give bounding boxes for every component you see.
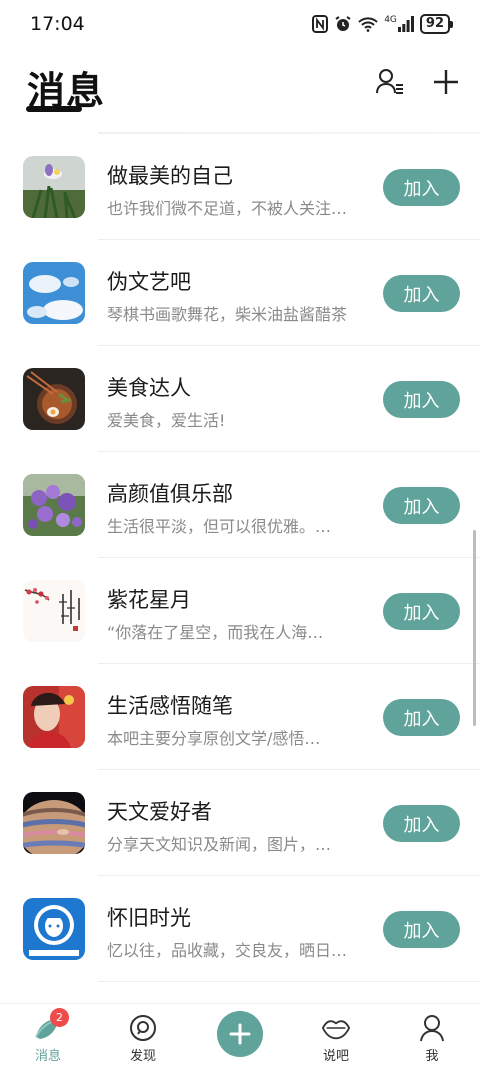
group-avatar-woman-portrait [23,686,85,748]
group-title: 美食达人 [107,376,191,400]
join-button[interactable]: 加入 [383,593,460,630]
group-title: 做最美的自己 [107,164,233,188]
group-avatar-food-bowl [23,368,85,430]
tab-discover[interactable]: 发现 [108,1004,178,1068]
create-post-button[interactable] [217,1011,263,1057]
header: 消息 [0,50,480,134]
tab-label: 我 [425,1049,439,1064]
tab-profile[interactable]: 我 [397,1004,467,1068]
profile-icon [417,1013,447,1043]
group-avatar-plum-blossom-calligraphy [23,580,85,642]
join-button[interactable]: 加入 [383,381,460,418]
tab-talk[interactable]: 说吧 [301,1004,371,1068]
group-avatar-iris-flower [23,156,85,218]
group-title: 生活感悟随笔 [107,694,233,718]
title-underline [26,106,82,112]
join-button[interactable]: 加入 [383,275,460,312]
tab-label: 说吧 [322,1049,349,1064]
alarm-icon [334,15,352,33]
plus-icon [434,70,458,94]
network-type: 4G [384,15,397,25]
list-item[interactable]: 伪文艺吧 琴棋书画歌舞花，柴米油盐酱醋茶 加入 [0,240,480,346]
list-item[interactable]: 天文爱好者 分享天文知识及新闻，图片，… 加入 [0,770,480,876]
plus-icon [229,1023,251,1045]
status-bar: 17:04 4G 92 [0,0,480,48]
contacts-list-icon [376,69,403,94]
group-avatar-retro-poster [23,898,85,960]
group-title: 高颜值俱乐部 [107,482,233,506]
group-title: 紫花星月 [107,588,191,612]
list-item[interactable]: 美食达人 爱美食，爱生活! 加入 [0,346,480,452]
join-button[interactable]: 加入 [383,805,460,842]
wifi-icon [358,16,378,32]
nfc-icon [312,15,329,33]
join-button[interactable]: 加入 [383,911,460,948]
group-title: 怀旧时光 [107,906,191,930]
group-title: 天文爱好者 [107,800,212,824]
group-description: 爱美食，爱生活! [107,411,226,430]
group-list: 做最美的自己 也许我们微不足道，不被人关注… 加入 伪文艺吧 琴棋书画歌舞花，柴… [0,134,480,982]
status-icons: 4G 92 [312,14,454,34]
contacts-button[interactable] [372,64,408,100]
message-icon: 2 [33,1008,69,1043]
group-title: 伪文艺吧 [107,270,191,294]
join-button[interactable]: 加入 [383,487,460,524]
lips-icon [321,1013,351,1043]
group-description: 忆以往，品收藏，交良友，晒日… [107,941,348,960]
join-button[interactable]: 加入 [383,699,460,736]
list-item[interactable]: 做最美的自己 也许我们微不足道，不被人关注… 加入 [0,134,480,240]
group-description: 琴棋书画歌舞花，柴米油盐酱醋茶 [107,305,348,324]
group-description: 分享天文知识及新闻，图片，… [107,835,332,854]
bottom-tab-bar: 2 消息 发现 说吧 我 [0,1003,480,1068]
discover-icon [128,1013,158,1043]
tab-label: 发现 [129,1049,156,1064]
status-time: 17:04 [30,13,85,35]
list-item[interactable]: 紫花星月 “你落在了星空，而我在人海… 加入 [0,558,480,664]
tab-label: 消息 [34,1049,61,1064]
list-item[interactable]: 生活感悟随笔 本吧主要分享原创文学/感悟… 加入 [0,664,480,770]
group-avatar-planet-jupiter [23,792,85,854]
group-description: 生活很平淡，但可以很优雅。… [107,517,332,536]
signal-icon: 4G [384,16,414,32]
list-item[interactable]: 怀旧时光 忆以往，品收藏，交良友，晒日… 加入 [0,876,480,982]
group-description: 也许我们微不足道，不被人关注… [107,199,348,218]
group-avatar-purple-flowers [23,474,85,536]
tab-messages[interactable]: 2 消息 [13,1004,83,1068]
unread-badge: 2 [50,1008,69,1027]
scrollbar[interactable] [473,530,476,726]
group-avatar-blue-sky [23,262,85,324]
add-button[interactable] [428,64,464,100]
battery-indicator: 92 [419,14,454,34]
join-button[interactable]: 加入 [383,169,460,206]
list-item[interactable]: 高颜值俱乐部 生活很平淡，但可以很优雅。… 加入 [0,452,480,558]
group-description: “你落在了星空，而我在人海… [107,623,324,642]
group-description: 本吧主要分享原创文学/感悟… [107,729,321,748]
